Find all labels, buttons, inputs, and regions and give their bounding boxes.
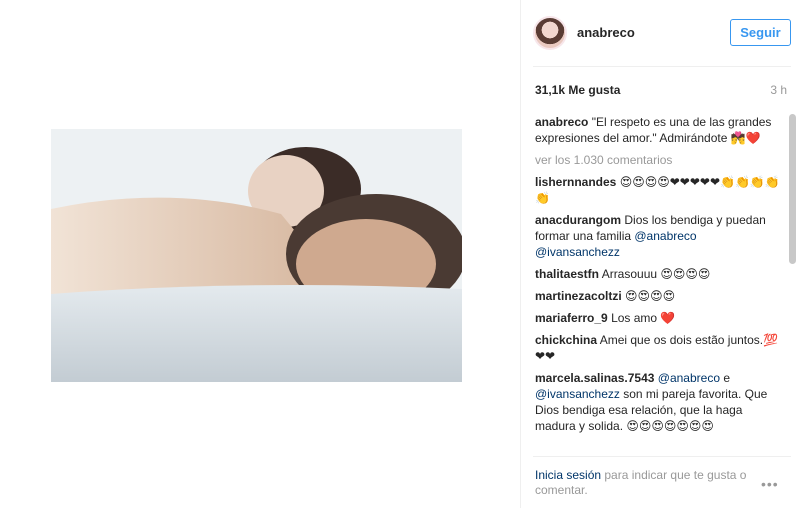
list-item: anacdurangom Dios los bendiga y puedan f… <box>535 212 783 260</box>
likes-count[interactable]: 31,1k Me gusta <box>535 83 620 97</box>
divider <box>533 66 791 67</box>
post-sidebar: anabreco Seguir 31,1k Me gusta 3 h anabr… <box>520 0 800 508</box>
login-prompt: Inicia sesión para indicar que te gusta … <box>535 468 755 498</box>
post-header: anabreco Seguir <box>533 14 791 54</box>
comment-username[interactable]: martinezacoltzi <box>535 289 622 303</box>
scrollbar-thumb[interactable] <box>789 114 796 264</box>
mention-link[interactable]: @anabreco <box>658 371 720 385</box>
avatar[interactable] <box>533 16 567 50</box>
likes-row: 31,1k Me gusta 3 h <box>535 83 791 99</box>
comments-list: anabreco "El respeto es una de las grand… <box>535 114 783 452</box>
list-item: martinezacoltzi 😍😍😍😍 <box>535 288 783 304</box>
mention-link[interactable]: @ivansanchezz <box>535 245 620 259</box>
mention-link[interactable]: @anabreco <box>634 229 696 243</box>
comment-joiner: e <box>720 371 731 385</box>
comments-scrollbar[interactable] <box>789 112 796 452</box>
mention-link[interactable]: @ivansanchezz <box>535 387 620 401</box>
post-time[interactable]: 3 h <box>770 83 787 97</box>
list-item: marcela.salinas.7543 @anabreco e @ivansa… <box>535 370 783 434</box>
post-username[interactable]: anabreco <box>577 25 635 40</box>
comment-username[interactable]: marcela.salinas.7543 <box>535 371 654 385</box>
more-options-icon[interactable]: ••• <box>761 476 779 492</box>
comment-text: 😍😍😍😍 <box>625 289 676 303</box>
list-item: lishernnandes 😍😍😍😍❤❤❤❤❤👏👏👏👏👏 <box>535 174 783 206</box>
post-photo <box>51 129 462 382</box>
list-item: thalitaestfn Arrasouuu 😍😍😍😍 <box>535 266 783 282</box>
login-link[interactable]: Inicia sesión <box>535 468 601 482</box>
follow-button[interactable]: Seguir <box>730 19 791 46</box>
view-all-comments-link[interactable]: ver los 1.030 comentarios <box>535 152 783 168</box>
caption-username[interactable]: anabreco <box>535 115 588 129</box>
comment-username[interactable]: lishernnandes <box>535 175 616 189</box>
media-area <box>0 0 520 508</box>
divider <box>533 456 791 457</box>
list-item: chickchina Amei que os dois estão juntos… <box>535 332 783 364</box>
caption: anabreco "El respeto es una de las grand… <box>535 114 783 146</box>
list-item: mariaferro_9 Los amo ❤️ <box>535 310 783 326</box>
comment-username[interactable]: anacdurangom <box>535 213 621 227</box>
comment-username[interactable]: chickchina <box>535 333 597 347</box>
comment-text: Los amo ❤️ <box>611 311 676 325</box>
comment-username[interactable]: mariaferro_9 <box>535 311 608 325</box>
instagram-post: anabreco Seguir 31,1k Me gusta 3 h anabr… <box>0 0 800 508</box>
comment-text: Arrasouuu 😍😍😍😍 <box>601 267 711 281</box>
comment-username[interactable]: thalitaestfn <box>535 267 599 281</box>
